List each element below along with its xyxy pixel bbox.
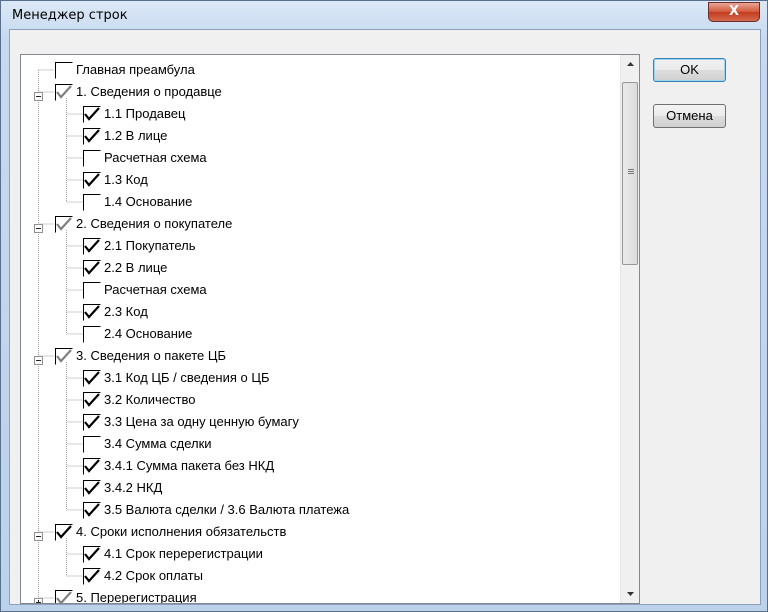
- grip-line: [628, 173, 634, 174]
- tree-item-label: 3.5 Валюта сделки / 3.6 Валюта платежа: [104, 502, 350, 517]
- tree-item-label: Расчетная схема: [104, 282, 207, 297]
- cancel-button[interactable]: Отмена: [653, 104, 726, 128]
- checkbox-empty-icon[interactable]: [83, 150, 101, 167]
- tree-item-label: 2.1 Покупатель: [104, 238, 196, 253]
- tree-item-label: 3.4.1 Сумма пакета без НКД: [104, 458, 275, 473]
- tree-item[interactable]: 3.2 Количество: [21, 389, 621, 411]
- tree-item-label: 1.3 Код: [104, 172, 148, 187]
- row-tree-view[interactable]: Главная преамбула 1. Сведения о продавце 1…: [20, 54, 640, 604]
- tree-item-label: 3.3 Цена за одну ценную бумагу: [104, 414, 299, 429]
- tree-item[interactable]: 1.3 Код: [21, 169, 621, 191]
- checkbox-checked-icon[interactable]: [83, 172, 101, 189]
- title-bar[interactable]: Менеджер строк X: [1, 1, 767, 29]
- checkbox-empty-icon[interactable]: [83, 436, 101, 453]
- tree-item-label: 3.4.2 НКД: [104, 480, 163, 495]
- scroll-up-button[interactable]: [621, 55, 639, 72]
- tree-item-label: 1.4 Основание: [104, 194, 193, 209]
- collapse-icon[interactable]: [34, 89, 43, 101]
- tree-item[interactable]: 4.1 Срок перерегистрации: [21, 543, 621, 565]
- collapse-icon[interactable]: [34, 529, 43, 541]
- close-button[interactable]: X: [708, 2, 760, 22]
- checkbox-checked-icon[interactable]: [83, 238, 101, 255]
- checkbox-checked-icon[interactable]: [55, 216, 73, 233]
- checkbox-checked-icon[interactable]: [55, 524, 73, 541]
- tree-item[interactable]: Главная преамбула: [21, 59, 621, 81]
- tree-item[interactable]: 3. Сведения о пакете ЦБ: [21, 345, 621, 367]
- scroll-thumb[interactable]: [622, 82, 638, 265]
- tree-item[interactable]: 3.5 Валюта сделки / 3.6 Валюта платежа: [21, 499, 621, 521]
- tree-item[interactable]: 3.4.2 НКД: [21, 477, 621, 499]
- tree-item-label: 3.1 Код ЦБ / сведения о ЦБ: [104, 370, 270, 385]
- checkbox-empty-icon[interactable]: [83, 194, 101, 211]
- checkbox-checked-icon[interactable]: [55, 348, 73, 365]
- checkbox-empty-icon[interactable]: [55, 62, 73, 79]
- tree-item[interactable]: 4. Сроки исполнения обязательств: [21, 521, 621, 543]
- dialog-window: Менеджер строк X Главная преамбула 1. Све…: [0, 0, 768, 612]
- tree-item[interactable]: 1.4 Основание: [21, 191, 621, 213]
- tree-item-label: 2.2 В лице: [104, 260, 168, 275]
- tree-item[interactable]: 2.1 Покупатель: [21, 235, 621, 257]
- tree-item-label: 1.1 Продавец: [104, 106, 186, 121]
- close-icon: X: [728, 4, 740, 19]
- tree-item[interactable]: 2.3 Код: [21, 301, 621, 323]
- tree-item[interactable]: 3.1 Код ЦБ / сведения о ЦБ: [21, 367, 621, 389]
- checkbox-checked-icon[interactable]: [83, 458, 101, 475]
- checkbox-checked-icon[interactable]: [83, 260, 101, 277]
- expand-icon[interactable]: [34, 595, 43, 603]
- checkbox-checked-icon[interactable]: [55, 590, 73, 603]
- tree-item[interactable]: 4.2 Срок оплаты: [21, 565, 621, 587]
- tree-item-label: 2.3 Код: [104, 304, 148, 319]
- tree-item-label: 3.4 Сумма сделки: [104, 436, 212, 451]
- tree-item[interactable]: 2.4 Основание: [21, 323, 621, 345]
- checkbox-empty-icon[interactable]: [83, 326, 101, 343]
- tree-item-label: 3.2 Количество: [104, 392, 196, 407]
- checkbox-checked-icon[interactable]: [83, 128, 101, 145]
- arrow-up-icon: [627, 62, 634, 66]
- tree-item[interactable]: Расчетная схема: [21, 147, 621, 169]
- grip-line: [628, 169, 634, 170]
- checkbox-checked-icon[interactable]: [83, 370, 101, 387]
- checkbox-checked-icon[interactable]: [83, 480, 101, 497]
- tree-item-label: 2.4 Основание: [104, 326, 193, 341]
- tree-item[interactable]: 5. Перерегистрация: [21, 587, 621, 604]
- tree-item[interactable]: 3.3 Цена за одну ценную бумагу: [21, 411, 621, 433]
- tree-item-label: 3. Сведения о пакете ЦБ: [76, 348, 226, 363]
- arrow-down-icon: [627, 592, 634, 596]
- tree-item[interactable]: 2. Сведения о покупателе: [21, 213, 621, 235]
- tree-item[interactable]: 1. Сведения о продавце: [21, 81, 621, 103]
- grip-line: [628, 171, 634, 172]
- tree-item-label: Главная преамбула: [76, 62, 195, 77]
- tree-item-label: Расчетная схема: [104, 150, 207, 165]
- ok-button[interactable]: OK: [653, 58, 726, 82]
- tree-item[interactable]: 3.4.1 Сумма пакета без НКД: [21, 455, 621, 477]
- collapse-icon[interactable]: [34, 221, 43, 233]
- window-title: Менеджер строк: [12, 8, 128, 23]
- tree-item-label: 4.2 Срок оплаты: [104, 568, 203, 583]
- tree-item-label: 1. Сведения о продавце: [76, 84, 222, 99]
- checkbox-checked-icon[interactable]: [83, 304, 101, 321]
- tree-item-label: 5. Перерегистрация: [76, 590, 197, 604]
- tree-item[interactable]: 1.2 В лице: [21, 125, 621, 147]
- checkbox-checked-icon[interactable]: [83, 546, 101, 563]
- collapse-icon[interactable]: [34, 353, 43, 365]
- checkbox-checked-icon[interactable]: [55, 84, 73, 101]
- checkbox-checked-icon[interactable]: [83, 106, 101, 123]
- tree-item[interactable]: Расчетная схема: [21, 279, 621, 301]
- tree-item-label: 2. Сведения о покупателе: [76, 216, 233, 231]
- vertical-scrollbar[interactable]: [620, 55, 639, 603]
- tree-item[interactable]: 1.1 Продавец: [21, 103, 621, 125]
- tree-item-label: 4.1 Срок перерегистрации: [104, 546, 263, 561]
- checkbox-checked-icon[interactable]: [83, 392, 101, 409]
- tree-item[interactable]: 2.2 В лице: [21, 257, 621, 279]
- checkbox-empty-icon[interactable]: [83, 282, 101, 299]
- checkbox-checked-icon[interactable]: [83, 568, 101, 585]
- checkbox-checked-icon[interactable]: [83, 414, 101, 431]
- tree-item[interactable]: 3.4 Сумма сделки: [21, 433, 621, 455]
- checkbox-checked-icon[interactable]: [83, 502, 101, 519]
- tree-item-label: 4. Сроки исполнения обязательств: [76, 524, 287, 539]
- tree-item-label: 1.2 В лице: [104, 128, 168, 143]
- scroll-down-button[interactable]: [621, 586, 639, 603]
